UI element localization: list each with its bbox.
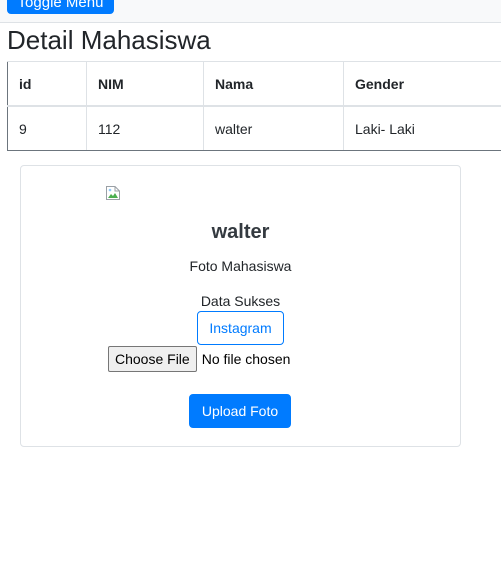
student-table: id NIM Nama Gender 9 112 walter Laki- La…: [7, 61, 501, 151]
cell-nama: walter: [203, 105, 344, 151]
cell-nim: 112: [86, 105, 204, 151]
cell-gender: Laki- Laki: [343, 105, 501, 151]
student-name: walter: [211, 221, 270, 243]
column-header-gender: Gender: [343, 61, 501, 107]
page-title: Detail Mahasiswa: [7, 25, 211, 55]
toggle-menu-button[interactable]: Toggle Menu: [7, 0, 114, 14]
top-navbar: Toggle Menu: [0, 0, 501, 23]
photo-caption: Foto Mahasiswa: [189, 258, 292, 274]
column-header-nim: NIM: [86, 61, 204, 107]
table-header-row: id NIM Nama Gender: [7, 61, 501, 107]
choose-file-button[interactable]: Choose File: [108, 346, 197, 372]
status-text: Data Sukses: [200, 293, 281, 309]
table-row: 9 112 walter Laki- Laki: [7, 105, 501, 151]
cell-id: 9: [7, 105, 87, 151]
broken-image-icon: [105, 185, 121, 201]
file-input[interactable]: Choose File No file chosen: [108, 346, 290, 372]
student-card: walter Foto Mahasiswa Data Sukses Instag…: [20, 165, 461, 447]
instagram-button[interactable]: Instagram: [197, 311, 284, 345]
column-header-id: id: [7, 61, 87, 107]
upload-photo-button[interactable]: Upload Foto: [189, 394, 291, 428]
column-header-nama: Nama: [203, 61, 344, 107]
file-status-text: No file chosen: [201, 351, 291, 367]
